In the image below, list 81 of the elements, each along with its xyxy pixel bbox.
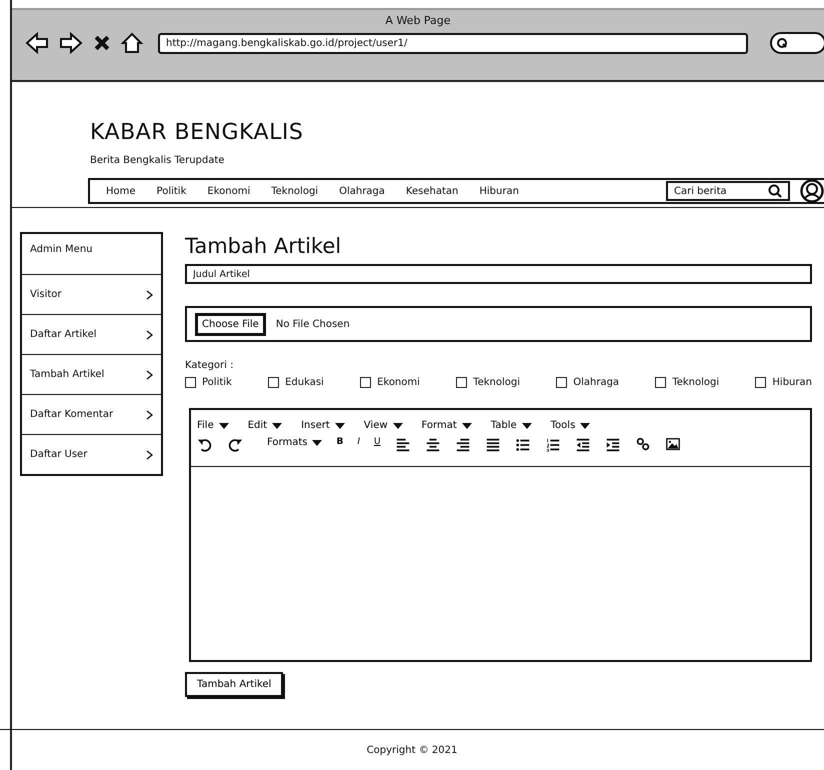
checkbox[interactable] <box>755 377 766 388</box>
copyright-text: Copyright © 2021 <box>366 744 458 756</box>
menu-item[interactable]: Insert <box>301 420 345 431</box>
chevron-icon <box>146 450 153 460</box>
menu-item[interactable]: Tools <box>550 420 590 431</box>
checkbox-label: Edukasi <box>285 377 324 388</box>
caret-icon <box>392 422 403 428</box>
caret-icon <box>462 422 472 428</box>
align-left-icon[interactable] <box>394 437 411 453</box>
checkbox[interactable] <box>456 377 468 388</box>
search-field[interactable]: Cari berita <box>666 181 790 201</box>
formats-dropdown[interactable]: Formats <box>267 437 322 448</box>
address-field[interactable]: http://magang.bengkaliskab.go.id/project/user1/ <box>158 32 748 54</box>
checkbox-label: Hiburan <box>772 377 812 388</box>
caret-icon <box>312 440 322 446</box>
link-icon[interactable] <box>634 437 651 453</box>
chevron-icon <box>146 330 153 340</box>
sidebar-item[interactable]: Tambah Artikel <box>22 354 161 394</box>
back-icon[interactable] <box>24 31 50 55</box>
format-button[interactable]: B <box>336 437 344 447</box>
checkbox-label: Politik <box>202 377 232 388</box>
align-right-icon[interactable] <box>454 437 471 453</box>
checkbox[interactable] <box>185 377 196 388</box>
sidebar-heading: Admin Menu <box>30 244 93 255</box>
caret-icon <box>272 422 282 428</box>
bullet-list-icon[interactable] <box>514 437 531 453</box>
avatar-icon[interactable] <box>800 179 824 203</box>
nav-link[interactable]: Kesehatan <box>406 186 458 196</box>
sidebar-item[interactable]: Daftar Komentar <box>22 394 161 434</box>
browser-search-field[interactable] <box>770 32 824 54</box>
nav-link[interactable]: Olahraga <box>339 186 385 196</box>
caret-icon <box>218 422 229 428</box>
checkbox-label: Teknologi <box>672 377 720 388</box>
redo-icon[interactable] <box>227 437 243 453</box>
checkbox-label: Olahraga <box>573 377 620 388</box>
file-status: No File Chosen <box>276 318 350 330</box>
nav-link[interactable]: Home <box>106 186 136 196</box>
site-title: KABAR BENGKALIS <box>90 120 304 145</box>
image-icon[interactable] <box>664 437 681 453</box>
checkbox-label: Teknologi <box>473 377 520 388</box>
forward-icon[interactable] <box>58 31 84 55</box>
window-title: A Web Page <box>385 14 451 27</box>
menu-item[interactable]: Format <box>422 420 472 431</box>
menu-item[interactable]: Edit <box>248 420 282 431</box>
nav-link[interactable]: Ekonomi <box>207 186 250 196</box>
align-center-icon[interactable] <box>424 437 441 453</box>
justify-icon[interactable] <box>484 437 501 453</box>
format-button[interactable]: I <box>357 437 360 447</box>
submit-button[interactable]: Tambah Artikel <box>185 672 284 697</box>
chevron-icon <box>146 410 153 420</box>
choose-file-button[interactable]: Choose File <box>195 312 266 336</box>
site-subtitle: Berita Bengkalis Terupdate <box>90 155 226 166</box>
menu-item[interactable]: Table <box>490 420 532 431</box>
checkbox[interactable] <box>268 377 280 388</box>
page-heading: Tambah Artikel <box>185 234 342 258</box>
nav-link[interactable]: Teknologi <box>271 186 318 196</box>
category-label: Kategori : <box>185 360 234 371</box>
menu-item[interactable]: File <box>197 420 229 431</box>
checkbox-label: Ekonomi <box>377 377 420 388</box>
sidebar-item[interactable]: Visitor <box>22 274 161 314</box>
checkbox[interactable] <box>556 377 568 388</box>
numbered-list-icon[interactable] <box>544 437 561 453</box>
home-icon[interactable] <box>120 31 144 55</box>
search-icon[interactable] <box>768 184 782 198</box>
nav-link[interactable]: Politik <box>156 186 186 196</box>
sidebar-item[interactable]: Daftar User <box>22 434 161 474</box>
chevron-icon <box>146 370 153 380</box>
menu-item[interactable]: View <box>364 420 403 431</box>
undo-icon[interactable] <box>197 437 213 453</box>
checkbox[interactable] <box>360 377 372 388</box>
indent-icon[interactable] <box>604 437 621 453</box>
outdent-icon[interactable] <box>574 437 591 453</box>
format-button[interactable]: U <box>374 437 381 447</box>
search-icon <box>776 37 788 49</box>
nav-link[interactable]: Hiburan <box>479 186 519 196</box>
caret-icon <box>580 422 590 428</box>
caret-icon <box>334 422 345 428</box>
sidebar-item[interactable]: Daftar Artikel <box>22 314 161 354</box>
chevron-icon <box>146 290 153 300</box>
checkbox[interactable] <box>655 377 666 388</box>
caret-icon <box>522 422 532 428</box>
